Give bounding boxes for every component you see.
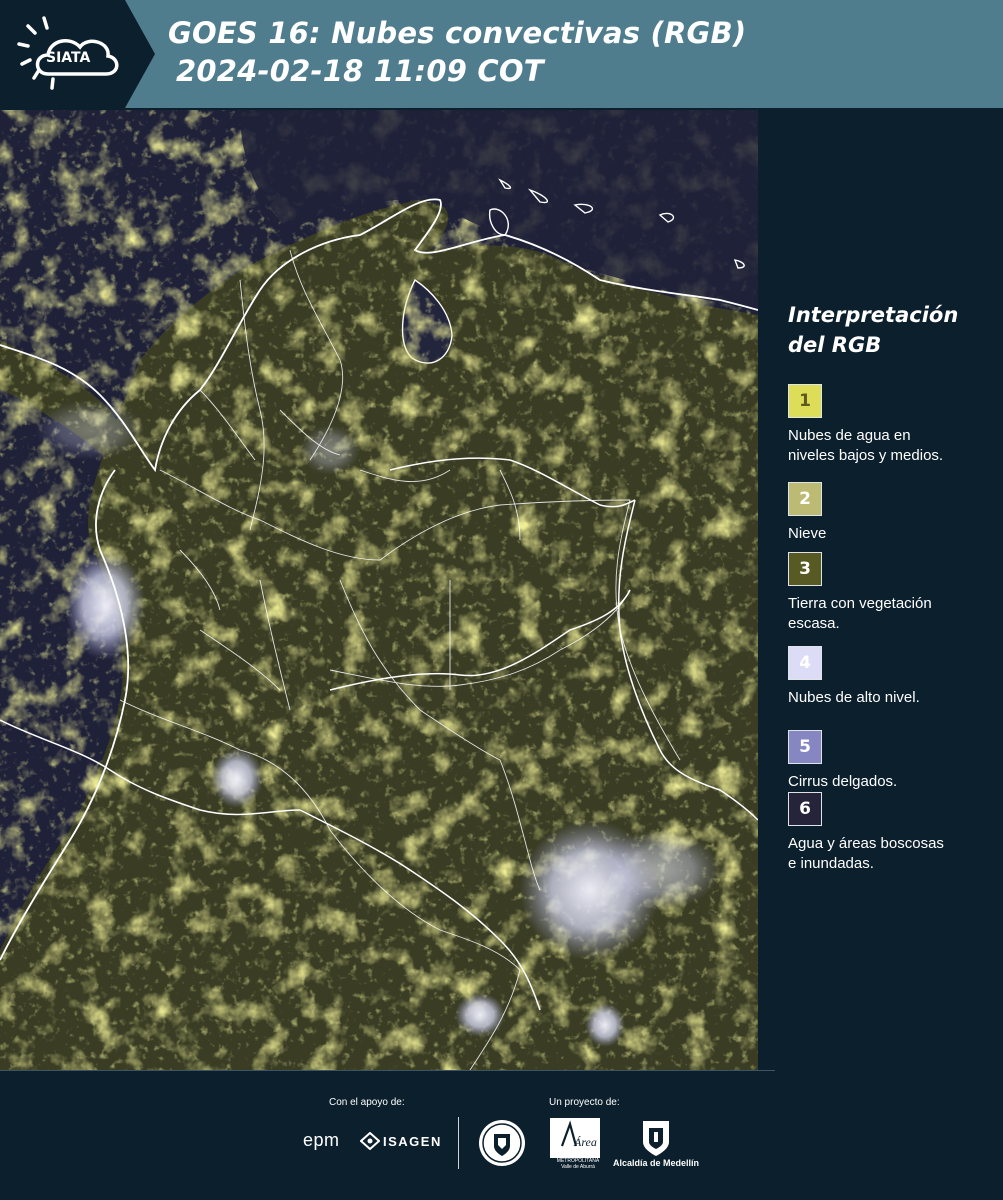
- header-bar: SIATA GOES 16: Nubes convectivas (RGB) 2…: [0, 0, 1003, 108]
- legend-swatch-5: 5: [788, 730, 822, 764]
- page-title: GOES 16: Nubes convectivas (RGB): [168, 16, 747, 50]
- legend-item-6: 6 Agua y áreas boscosas e inundadas.: [788, 792, 988, 874]
- medellin-label: Alcaldía de Medellín: [613, 1158, 700, 1168]
- legend-label-line2: escasa.: [788, 615, 840, 632]
- legend-item-1: 1 Nubes de agua en niveles bajos y medios.: [788, 384, 988, 466]
- project-label: Un proyecto de:: [549, 1097, 620, 1108]
- legend-label-3: Tierra con vegetación escasa.: [788, 594, 978, 634]
- rgb-legend: Interpretación del RGB 1 Nubes de agua en…: [788, 300, 988, 872]
- area-sub-line2: Valle de Aburrá: [561, 1164, 595, 1170]
- legend-item-3: 3 Tierra con vegetación escasa.: [788, 552, 988, 634]
- legend-label-line1: Nieve: [788, 525, 827, 542]
- legend-swatch-2: 2: [788, 482, 822, 516]
- footer: Con el apoyo de: Un proyecto de: epm ISA…: [0, 1070, 1003, 1200]
- legend-label-1: Nubes de agua en niveles bajos y medios.: [788, 426, 978, 466]
- logo-text: SIATA: [46, 50, 91, 66]
- timestamp-title: 2024-02-18 11:09 COT: [176, 54, 544, 88]
- legend-item-4: 4 Nubes de alto nivel.: [788, 646, 988, 708]
- legend-label-6: Agua y áreas boscosas e inundadas.: [788, 834, 978, 874]
- legend-label-line2: niveles bajos y medios.: [788, 447, 944, 464]
- legend-swatch-1: 1: [788, 384, 822, 418]
- legend-label-line1: Cirrus delgados.: [788, 773, 898, 790]
- legend-label-2: Nieve: [788, 524, 978, 544]
- area-sub-label: METROPOLITANA Valle de Aburrá: [553, 1158, 603, 1170]
- legend-title-line2: del RGB: [788, 333, 882, 357]
- siata-logo: SIATA: [0, 0, 155, 108]
- legend-item-5: 5 Cirrus delgados.: [788, 730, 988, 792]
- legend-label-4: Nubes de alto nivel.: [788, 688, 978, 708]
- medellin-shield-icon: [643, 1121, 669, 1156]
- isagen-mark-icon: [360, 1132, 380, 1150]
- footer-divider: [0, 1070, 775, 1071]
- legend-label-line1: Nubes de alto nivel.: [788, 689, 920, 706]
- legend-swatch-3: 3: [788, 552, 822, 586]
- legend-label-line2: e inundadas.: [788, 855, 874, 872]
- legend-label-line1: Nubes de agua en: [788, 427, 911, 444]
- area-metropolitana-logo: Área: [550, 1118, 600, 1158]
- epm-logo: epm: [303, 1130, 340, 1150]
- university-seal-icon: [479, 1120, 525, 1166]
- legend-label-line1: Tierra con vegetación: [788, 595, 932, 612]
- footer-separator: [458, 1117, 459, 1169]
- legend-label-line1: Agua y áreas boscosas: [788, 835, 944, 852]
- legend-swatch-4: 4: [788, 646, 822, 680]
- legend-label-5: Cirrus delgados.: [788, 772, 978, 792]
- legend-title-line1: Interpretación: [788, 303, 959, 327]
- satellite-image: [0, 110, 758, 1070]
- legend-swatch-6: 6: [788, 792, 822, 826]
- area-name-text: Área: [573, 1135, 597, 1149]
- legend-item-2: 2 Nieve: [788, 482, 988, 544]
- satellite-map: [0, 110, 758, 1070]
- support-label: Con el apoyo de:: [329, 1097, 405, 1108]
- isagen-logo: ISAGEN: [383, 1134, 442, 1149]
- legend-title: Interpretación del RGB: [788, 300, 988, 360]
